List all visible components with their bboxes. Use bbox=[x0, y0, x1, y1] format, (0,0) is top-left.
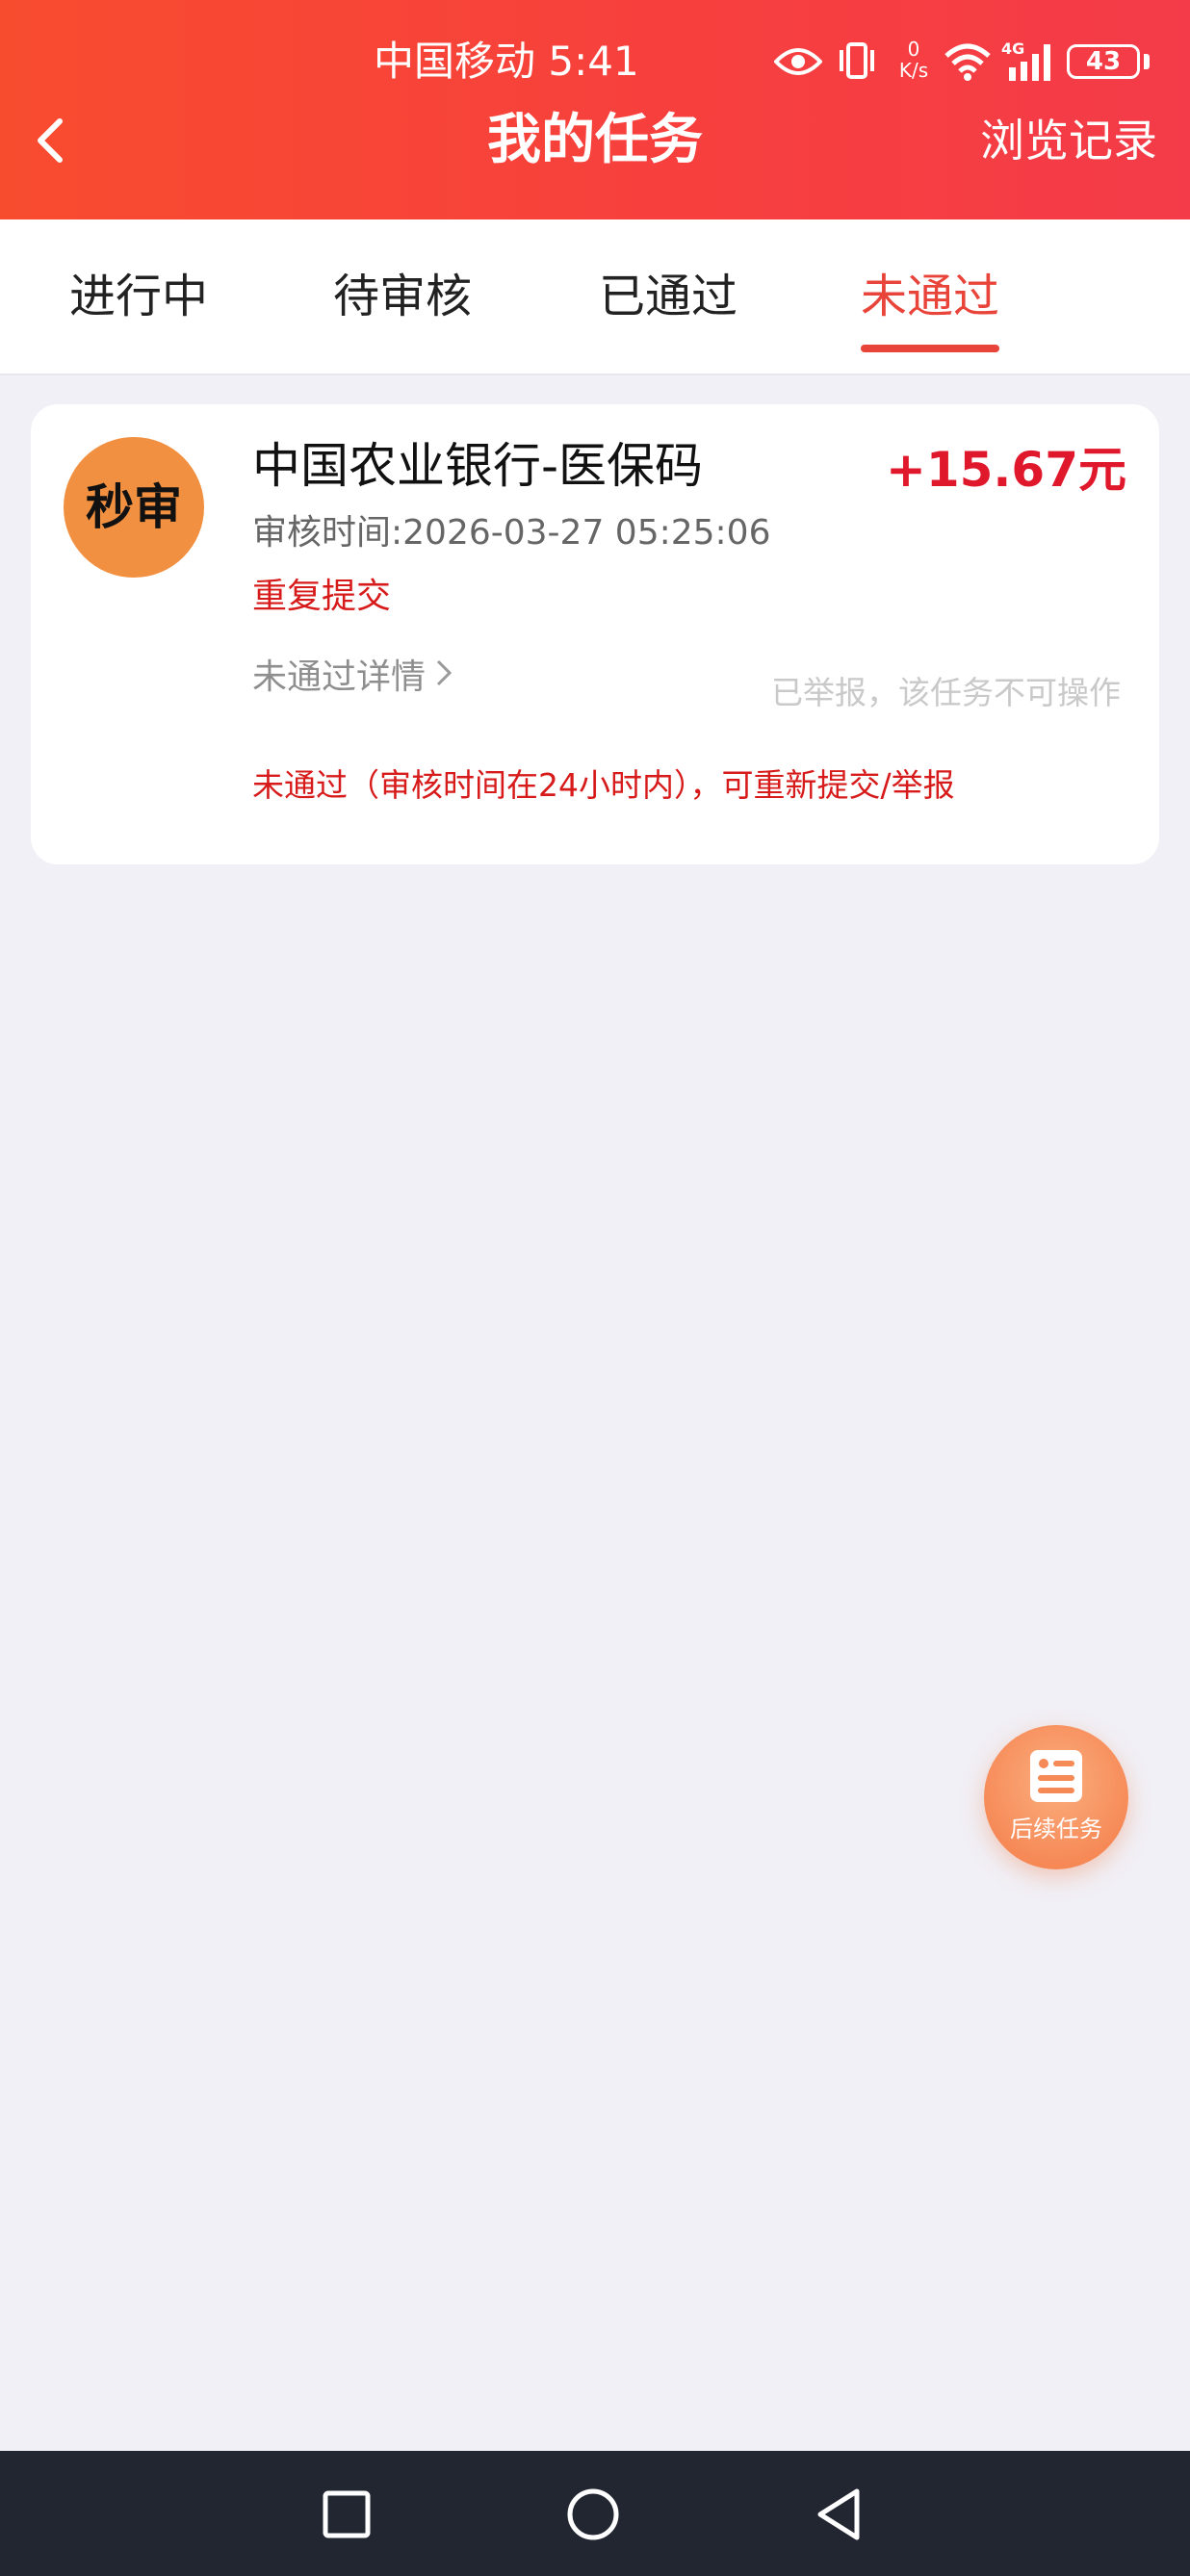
battery-level: 43 bbox=[1067, 44, 1140, 79]
rejection-reason: 未通过（审核时间在24小时内），可重新提交/举报 bbox=[252, 766, 955, 804]
reported-note: 已举报，该任务不可操作 bbox=[771, 674, 1121, 711]
circle-icon bbox=[567, 2488, 619, 2540]
triangle-back-icon bbox=[817, 2488, 860, 2540]
task-title: 中国农业银行-医保码 bbox=[252, 438, 704, 494]
follow-up-tasks-button[interactable]: 后续任务 bbox=[984, 1725, 1128, 1869]
status-bar: 中国移动 5:41 0 K/s 4G 43 bbox=[0, 0, 1190, 116]
task-card[interactable]: 秒审 中国农业银行-医保码 +15.67元 审核时间:2026-03-27 05… bbox=[31, 404, 1159, 864]
rejection-details-link[interactable]: 未通过详情 bbox=[252, 655, 454, 703]
network-speed: 0 K/s bbox=[898, 38, 929, 82]
status-tabs: 进行中 待审核 已通过 未通过 bbox=[0, 219, 1190, 375]
tab-approved[interactable]: 已通过 bbox=[599, 266, 737, 327]
active-tab-indicator bbox=[861, 345, 1000, 352]
review-time: 审核时间:2026-03-27 05:25:06 bbox=[252, 513, 771, 553]
vibrate-icon bbox=[836, 40, 878, 85]
app-header: 中国移动 5:41 0 K/s 4G 43 我的任务 浏览记录 bbox=[0, 0, 1190, 219]
task-reward: +15.67元 bbox=[885, 442, 1126, 498]
review-badge: 秒审 bbox=[64, 437, 204, 578]
wifi-icon bbox=[944, 42, 992, 85]
square-icon bbox=[323, 2490, 371, 2538]
resubmit-tag: 重复提交 bbox=[252, 577, 392, 616]
eye-icon bbox=[773, 44, 823, 83]
tab-rejected[interactable]: 未通过 bbox=[861, 266, 1000, 352]
follow-up-tasks-label: 后续任务 bbox=[1010, 1816, 1102, 1842]
system-navigation-bar bbox=[0, 2451, 1190, 2576]
home-button[interactable] bbox=[564, 2486, 622, 2543]
carrier-time: 中国移动 5:41 bbox=[374, 38, 639, 85]
document-list-icon bbox=[1026, 1746, 1086, 1806]
recent-apps-button[interactable] bbox=[318, 2486, 375, 2543]
chevron-right-icon bbox=[433, 656, 454, 703]
tab-in-progress[interactable]: 进行中 bbox=[69, 266, 208, 327]
browse-history-link[interactable]: 浏览记录 bbox=[980, 110, 1157, 171]
network-type: 4G bbox=[1001, 39, 1024, 58]
tab-pending-review[interactable]: 待审核 bbox=[333, 266, 472, 327]
system-back-button[interactable] bbox=[811, 2486, 868, 2543]
cellular-signal-icon: 4G bbox=[1001, 39, 1059, 87]
